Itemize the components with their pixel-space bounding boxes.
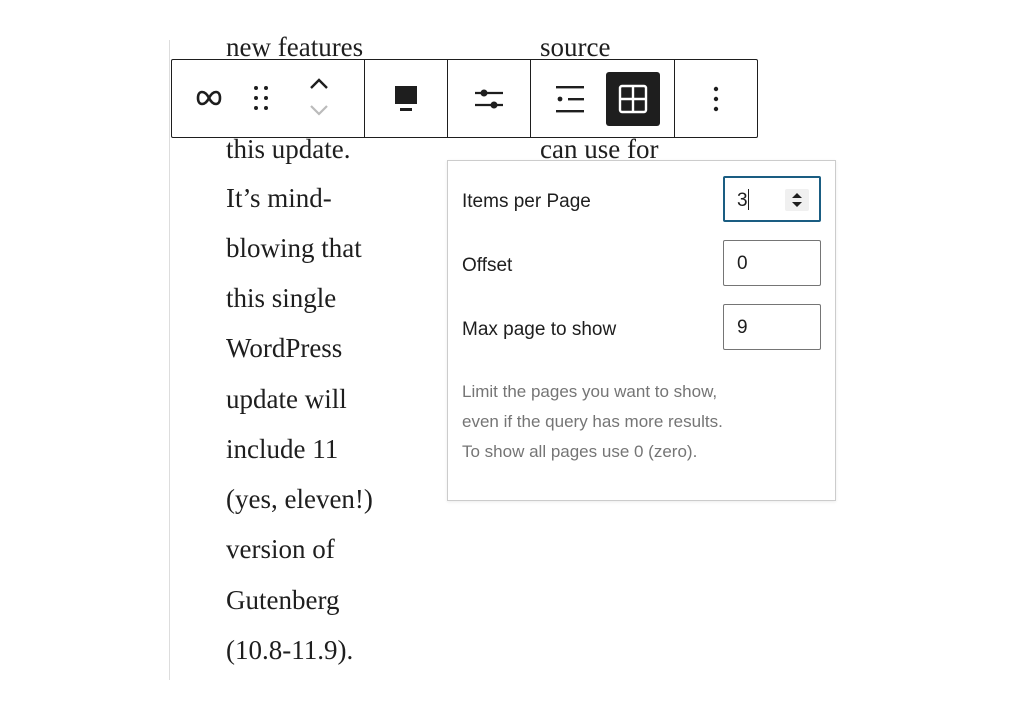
- toolbar-group-settings: [448, 60, 531, 137]
- max-pages-input[interactable]: 9: [723, 304, 821, 350]
- drag-handle-icon[interactable]: [252, 84, 270, 112]
- offset-row: Offset 0: [462, 240, 821, 290]
- max-pages-label: Max page to show: [462, 319, 617, 340]
- text-line: blowing that: [226, 233, 362, 263]
- items-per-page-label: Items per Page: [462, 191, 591, 212]
- toolbar-group-block: [172, 60, 365, 137]
- items-per-page-input[interactable]: 3: [723, 176, 821, 222]
- block-toolbar: [171, 59, 758, 138]
- text-line: (yes, eleven!): [226, 484, 373, 514]
- items-per-page-row: Items per Page 3: [462, 176, 821, 226]
- align-icon[interactable]: [393, 84, 419, 114]
- text-line: version of: [226, 534, 335, 564]
- settings-sliders-icon[interactable]: [474, 85, 504, 113]
- text-line: include 11: [226, 434, 339, 464]
- offset-input[interactable]: 0: [723, 240, 821, 286]
- more-options-icon[interactable]: [712, 85, 720, 113]
- items-per-page-value: 3: [737, 190, 748, 211]
- move-up-icon[interactable]: [307, 74, 331, 92]
- help-line: Limit the pages you want to show,: [462, 382, 718, 401]
- help-line: To show all pages use 0 (zero).: [462, 442, 698, 461]
- move-down-icon[interactable]: [307, 102, 331, 120]
- text-line: It’s mind-: [226, 183, 332, 213]
- number-spinner[interactable]: [785, 189, 809, 211]
- text-line: this update.: [226, 134, 351, 164]
- help-line: even if the query has more results.: [462, 412, 723, 431]
- max-pages-row: Max page to show 9: [462, 304, 821, 354]
- text-cursor: [747, 189, 750, 210]
- toolbar-group-align: [365, 60, 448, 137]
- list-view-icon[interactable]: [555, 84, 585, 114]
- text-line: (10.8-11.9).: [226, 635, 354, 665]
- text-line: update will: [226, 384, 347, 414]
- text-line: WordPress: [226, 333, 343, 363]
- text-line: Gutenberg: [226, 585, 340, 615]
- block-boundary-line: [169, 40, 170, 680]
- text-line: this single: [226, 283, 337, 313]
- toolbar-group-layout: [531, 60, 675, 137]
- offset-label: Offset: [462, 255, 513, 276]
- grid-view-icon[interactable]: [606, 72, 660, 126]
- pagination-settings-popover: Items per Page 3 Offset 0 Max page to sh…: [447, 160, 836, 501]
- max-pages-help-text: Limit the pages you want to show, even i…: [462, 377, 723, 467]
- toolbar-group-more: [675, 60, 757, 137]
- loop-icon[interactable]: [194, 84, 224, 112]
